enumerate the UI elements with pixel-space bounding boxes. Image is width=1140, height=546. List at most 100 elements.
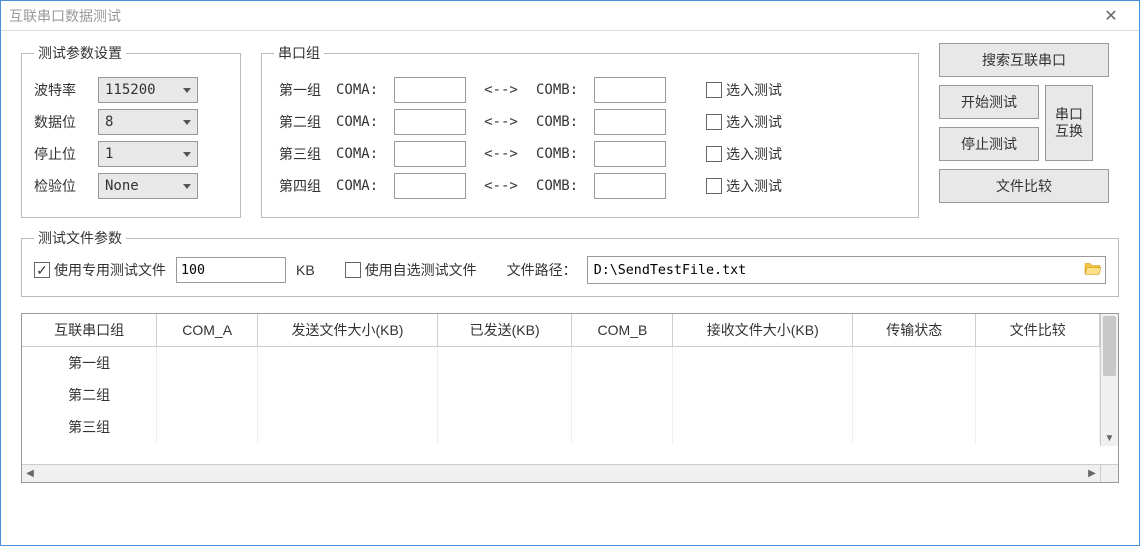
databits-select[interactable]: 8	[98, 109, 198, 135]
file-size-input[interactable]	[176, 257, 286, 283]
arrow-icon: <-->	[476, 178, 526, 194]
checkbox-icon	[706, 146, 722, 162]
databits-label: 数据位	[34, 112, 90, 132]
file-size-unit: KB	[296, 262, 315, 278]
cell-group: 第二组	[22, 379, 157, 411]
group1-label: 第一组	[274, 80, 326, 100]
serial-row-2: 第二组 COMA: <--> COMB: 选入测试	[274, 109, 906, 135]
file-path-label: 文件路径：	[507, 260, 577, 280]
comb-label: COMB:	[536, 114, 584, 130]
comb-label: COMB:	[536, 146, 584, 162]
search-serial-button[interactable]: 搜索互联串口	[939, 43, 1109, 77]
stopbits-label: 停止位	[34, 144, 90, 164]
arrow-icon: <-->	[476, 114, 526, 130]
use-dedicated-file-checkbox[interactable]: 使用专用测试文件	[34, 260, 166, 280]
select-test-label: 选入测试	[726, 112, 782, 132]
serial-row-1: 第一组 COMA: <--> COMB: 选入测试	[274, 77, 906, 103]
file-compare-button[interactable]: 文件比较	[939, 169, 1109, 203]
scroll-left-icon: ◀	[22, 465, 38, 482]
col-header-coma[interactable]: COM_A	[157, 314, 258, 347]
col-header-group[interactable]: 互联串口组	[22, 314, 157, 347]
group1-coma-input[interactable]	[394, 77, 466, 103]
col-header-send-size[interactable]: 发送文件大小(KB)	[258, 314, 438, 347]
checkbox-icon	[345, 262, 361, 278]
group3-coma-input[interactable]	[394, 141, 466, 167]
group4-label: 第四组	[274, 176, 326, 196]
stop-test-button[interactable]: 停止测试	[939, 127, 1039, 161]
results-table: 互联串口组 COM_A 发送文件大小(KB) 已发送(KB) COM_B 接收文…	[22, 314, 1100, 443]
serial-row-3: 第三组 COMA: <--> COMB: 选入测试	[274, 141, 906, 167]
checkbox-icon	[706, 114, 722, 130]
test-params-fieldset: 测试参数设置 波特率 115200 数据位 8 停止位 1 检验位 None	[21, 43, 241, 218]
select-test-label: 选入测试	[726, 144, 782, 164]
scroll-thumb[interactable]	[1103, 316, 1116, 376]
folder-open-icon	[1084, 261, 1102, 277]
select-test-label: 选入测试	[726, 80, 782, 100]
vertical-scrollbar[interactable]: ▲ ▼	[1100, 314, 1118, 446]
table-row[interactable]: 第一组	[22, 347, 1100, 380]
coma-label: COMA:	[336, 178, 384, 194]
titlebar: 互联串口数据测试 ✕	[1, 1, 1139, 31]
test-file-legend: 测试文件参数	[34, 228, 126, 248]
close-icon: ✕	[1104, 6, 1117, 26]
cell-group: 第三组	[22, 411, 157, 443]
browse-folder-button[interactable]	[1084, 261, 1102, 280]
group2-label: 第二组	[274, 112, 326, 132]
table-row[interactable]: 第二组	[22, 379, 1100, 411]
group3-label: 第三组	[274, 144, 326, 164]
col-header-compare[interactable]: 文件比较	[976, 314, 1100, 347]
group3-comb-input[interactable]	[594, 141, 666, 167]
group3-select-checkbox[interactable]: 选入测试	[706, 144, 782, 164]
group2-select-checkbox[interactable]: 选入测试	[706, 112, 782, 132]
app-window: 互联串口数据测试 ✕ 测试参数设置 波特率 115200 数据位 8 停止位 1	[0, 0, 1140, 546]
start-test-button[interactable]: 开始测试	[939, 85, 1039, 119]
col-header-recv-size[interactable]: 接收文件大小(KB)	[673, 314, 853, 347]
group4-comb-input[interactable]	[594, 173, 666, 199]
table-row[interactable]: 第三组	[22, 411, 1100, 443]
file-path-input[interactable]	[587, 256, 1106, 284]
comb-label: COMB:	[536, 82, 584, 98]
checkbox-icon	[706, 82, 722, 98]
test-params-legend: 测试参数设置	[34, 43, 126, 63]
content-area: 测试参数设置 波特率 115200 数据位 8 停止位 1 检验位 None	[1, 31, 1139, 495]
group1-select-checkbox[interactable]: 选入测试	[706, 80, 782, 100]
use-custom-label: 使用自选测试文件	[365, 260, 477, 280]
coma-label: COMA:	[336, 82, 384, 98]
comb-label: COMB:	[536, 178, 584, 194]
parity-label: 检验位	[34, 176, 90, 196]
group2-coma-input[interactable]	[394, 109, 466, 135]
group1-comb-input[interactable]	[594, 77, 666, 103]
col-header-sent[interactable]: 已发送(KB)	[437, 314, 572, 347]
baudrate-label: 波特率	[34, 80, 90, 100]
arrow-icon: <-->	[476, 146, 526, 162]
group4-select-checkbox[interactable]: 选入测试	[706, 176, 782, 196]
results-table-container: 互联串口组 COM_A 发送文件大小(KB) 已发送(KB) COM_B 接收文…	[21, 313, 1119, 483]
group4-coma-input[interactable]	[394, 173, 466, 199]
checkbox-icon	[34, 262, 50, 278]
arrow-icon: <-->	[476, 82, 526, 98]
serial-row-4: 第四组 COMA: <--> COMB: 选入测试	[274, 173, 906, 199]
scroll-corner	[1100, 464, 1118, 482]
serial-groups-legend: 串口组	[274, 43, 324, 63]
swap-serial-button[interactable]: 串口互换	[1045, 85, 1093, 161]
scroll-down-icon: ▼	[1101, 430, 1118, 446]
col-header-comb[interactable]: COM_B	[572, 314, 673, 347]
use-custom-file-checkbox[interactable]: 使用自选测试文件	[345, 260, 477, 280]
action-buttons: 搜索互联串口 开始测试 停止测试 串口互换 文件比较	[939, 43, 1119, 203]
select-test-label: 选入测试	[726, 176, 782, 196]
coma-label: COMA:	[336, 146, 384, 162]
coma-label: COMA:	[336, 114, 384, 130]
serial-groups-fieldset: 串口组 第一组 COMA: <--> COMB: 选入测试 第二组 COMA:	[261, 43, 919, 218]
checkbox-icon	[706, 178, 722, 194]
group2-comb-input[interactable]	[594, 109, 666, 135]
col-header-status[interactable]: 传输状态	[853, 314, 976, 347]
close-button[interactable]: ✕	[1091, 1, 1131, 31]
horizontal-scrollbar[interactable]: ◀ ▶	[22, 464, 1100, 482]
stopbits-select[interactable]: 1	[98, 141, 198, 167]
cell-group: 第一组	[22, 347, 157, 380]
parity-select[interactable]: None	[98, 173, 198, 199]
test-file-fieldset: 测试文件参数 使用专用测试文件 KB 使用自选测试文件 文件路径：	[21, 228, 1119, 297]
use-dedicated-label: 使用专用测试文件	[54, 260, 166, 280]
window-title: 互联串口数据测试	[9, 6, 1091, 26]
baudrate-select[interactable]: 115200	[98, 77, 198, 103]
